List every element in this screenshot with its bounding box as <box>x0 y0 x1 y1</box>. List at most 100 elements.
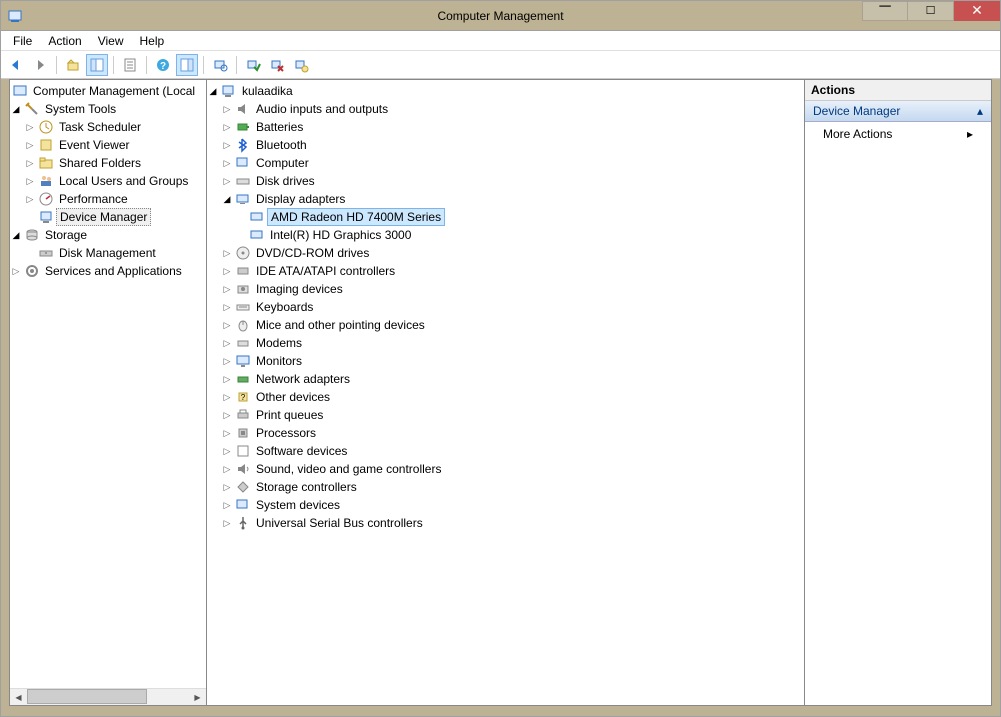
expand-arrow-icon[interactable]: ▷ <box>24 157 36 169</box>
collapse-arrow-icon[interactable]: ◢ <box>10 229 22 241</box>
more-actions-item[interactable]: More Actions ▸ <box>805 122 991 146</box>
device-intel-hd[interactable]: Intel(R) HD Graphics 3000 <box>207 226 804 244</box>
tree-storage[interactable]: ◢ Storage <box>10 226 206 244</box>
scroll-track[interactable] <box>27 689 189 705</box>
expand-arrow-icon[interactable]: ▷ <box>221 139 233 151</box>
actions-section-header[interactable]: Device Manager ▴ <box>805 101 991 122</box>
device-sound[interactable]: ▷ Sound, video and game controllers <box>207 460 804 478</box>
expand-arrow-icon[interactable]: ▷ <box>221 103 233 115</box>
device-ide[interactable]: ▷IDE ATA/ATAPI controllers <box>207 262 804 280</box>
device-dvd[interactable]: ▷DVD/CD-ROM drives <box>207 244 804 262</box>
back-button[interactable] <box>5 54 27 76</box>
maximize-button[interactable]: ☐ <box>908 1 954 21</box>
tree-shared-folders[interactable]: ▷ Shared Folders <box>10 154 206 172</box>
tree-label: System devices <box>253 497 343 513</box>
expand-arrow-icon[interactable]: ▷ <box>221 337 233 349</box>
collapse-arrow-icon[interactable]: ◢ <box>221 193 233 205</box>
device-batteries[interactable]: ▷Batteries <box>207 118 804 136</box>
navigation-tree[interactable]: Computer Management (Local ◢ System Tool… <box>10 80 206 282</box>
menu-action[interactable]: Action <box>40 32 89 50</box>
tree-label: Sound, video and game controllers <box>253 461 444 477</box>
device-mice[interactable]: ▷Mice and other pointing devices <box>207 316 804 334</box>
expand-arrow-icon[interactable]: ▷ <box>24 193 36 205</box>
tree-system-tools[interactable]: ◢ System Tools <box>10 100 206 118</box>
close-button[interactable]: ✕ <box>954 1 1000 21</box>
device-storage-controllers[interactable]: ▷Storage controllers <box>207 478 804 496</box>
expand-arrow-icon[interactable]: ▷ <box>221 499 233 511</box>
device-keyboards[interactable]: ▷Keyboards <box>207 298 804 316</box>
device-processors[interactable]: ▷Processors <box>207 424 804 442</box>
expand-arrow-icon[interactable]: ▷ <box>221 301 233 313</box>
tree-event-viewer[interactable]: ▷ Event Viewer <box>10 136 206 154</box>
device-root[interactable]: ◢ kulaadika <box>207 82 804 100</box>
device-tree[interactable]: ◢ kulaadika ▷Audio inputs and outputs ▷B… <box>207 80 804 534</box>
device-bluetooth[interactable]: ▷Bluetooth <box>207 136 804 154</box>
device-print-queues[interactable]: ▷Print queues <box>207 406 804 424</box>
expand-arrow-icon[interactable]: ▷ <box>24 139 36 151</box>
forward-button[interactable] <box>29 54 51 76</box>
expand-arrow-icon[interactable]: ▷ <box>221 121 233 133</box>
expand-arrow-icon[interactable]: ▷ <box>221 319 233 331</box>
device-amd-radeon[interactable]: AMD Radeon HD 7400M Series <box>207 208 804 226</box>
device-other[interactable]: ▷?Other devices <box>207 388 804 406</box>
help-button[interactable]: ? <box>152 54 174 76</box>
horizontal-scrollbar[interactable]: ◀ ▶ <box>10 688 206 705</box>
expand-arrow-icon[interactable]: ▷ <box>221 409 233 421</box>
update-driver-button[interactable] <box>290 54 312 76</box>
scan-hardware-button[interactable] <box>209 54 231 76</box>
tree-device-manager[interactable]: Device Manager <box>10 208 206 226</box>
expand-arrow-icon[interactable]: ▷ <box>221 355 233 367</box>
expand-arrow-icon[interactable]: ▷ <box>221 157 233 169</box>
device-audio[interactable]: ▷Audio inputs and outputs <box>207 100 804 118</box>
expand-arrow-icon[interactable]: ▷ <box>221 481 233 493</box>
expand-arrow-icon[interactable]: ▷ <box>221 247 233 259</box>
device-modems[interactable]: ▷Modems <box>207 334 804 352</box>
menu-view[interactable]: View <box>90 32 132 50</box>
tree-performance[interactable]: ▷ Performance <box>10 190 206 208</box>
expand-arrow-icon[interactable]: ▷ <box>221 373 233 385</box>
expand-arrow-icon[interactable]: ▷ <box>221 427 233 439</box>
up-button[interactable] <box>62 54 84 76</box>
show-tree-button[interactable] <box>86 54 108 76</box>
device-disk-drives[interactable]: ▷Disk drives <box>207 172 804 190</box>
minimize-button[interactable]: ─ <box>862 1 908 21</box>
menu-file[interactable]: File <box>5 32 40 50</box>
toolbar-separator <box>56 56 57 74</box>
device-imaging[interactable]: ▷Imaging devices <box>207 280 804 298</box>
action-pane-button[interactable] <box>176 54 198 76</box>
expand-arrow-icon[interactable]: ▷ <box>221 175 233 187</box>
enable-device-button[interactable] <box>242 54 264 76</box>
tree-label: Local Users and Groups <box>56 173 191 189</box>
scroll-right-button[interactable]: ▶ <box>189 689 206 706</box>
expand-arrow-icon[interactable]: ▷ <box>24 175 36 187</box>
device-computer[interactable]: ▷Computer <box>207 154 804 172</box>
collapse-arrow-icon[interactable]: ◢ <box>10 103 22 115</box>
expand-arrow-icon[interactable]: ▷ <box>221 265 233 277</box>
collapse-arrow-icon[interactable]: ◢ <box>207 85 219 97</box>
expand-arrow-icon[interactable]: ▷ <box>221 463 233 475</box>
expand-arrow-icon[interactable]: ▷ <box>221 391 233 403</box>
collapse-icon[interactable]: ▴ <box>977 104 983 118</box>
properties-button[interactable] <box>119 54 141 76</box>
menu-help[interactable]: Help <box>132 32 173 50</box>
tree-task-scheduler[interactable]: ▷ Task Scheduler <box>10 118 206 136</box>
device-network[interactable]: ▷Network adapters <box>207 370 804 388</box>
computer-management-icon <box>12 83 28 99</box>
scroll-left-button[interactable]: ◀ <box>10 689 27 706</box>
device-software[interactable]: ▷Software devices <box>207 442 804 460</box>
device-monitors[interactable]: ▷Monitors <box>207 352 804 370</box>
scroll-thumb[interactable] <box>27 689 147 704</box>
expand-arrow-icon[interactable]: ▷ <box>221 283 233 295</box>
tree-root[interactable]: Computer Management (Local <box>10 82 206 100</box>
uninstall-device-button[interactable] <box>266 54 288 76</box>
expand-arrow-icon[interactable]: ▷ <box>24 121 36 133</box>
expand-arrow-icon[interactable]: ▷ <box>221 517 233 529</box>
expand-arrow-icon[interactable]: ▷ <box>10 265 22 277</box>
tree-disk-management[interactable]: Disk Management <box>10 244 206 262</box>
device-usb[interactable]: ▷Universal Serial Bus controllers <box>207 514 804 532</box>
device-display-adapters[interactable]: ◢Display adapters <box>207 190 804 208</box>
tree-services-apps[interactable]: ▷ Services and Applications <box>10 262 206 280</box>
device-system-devices[interactable]: ▷ System devices <box>207 496 804 514</box>
expand-arrow-icon[interactable]: ▷ <box>221 445 233 457</box>
tree-local-users[interactable]: ▷ Local Users and Groups <box>10 172 206 190</box>
